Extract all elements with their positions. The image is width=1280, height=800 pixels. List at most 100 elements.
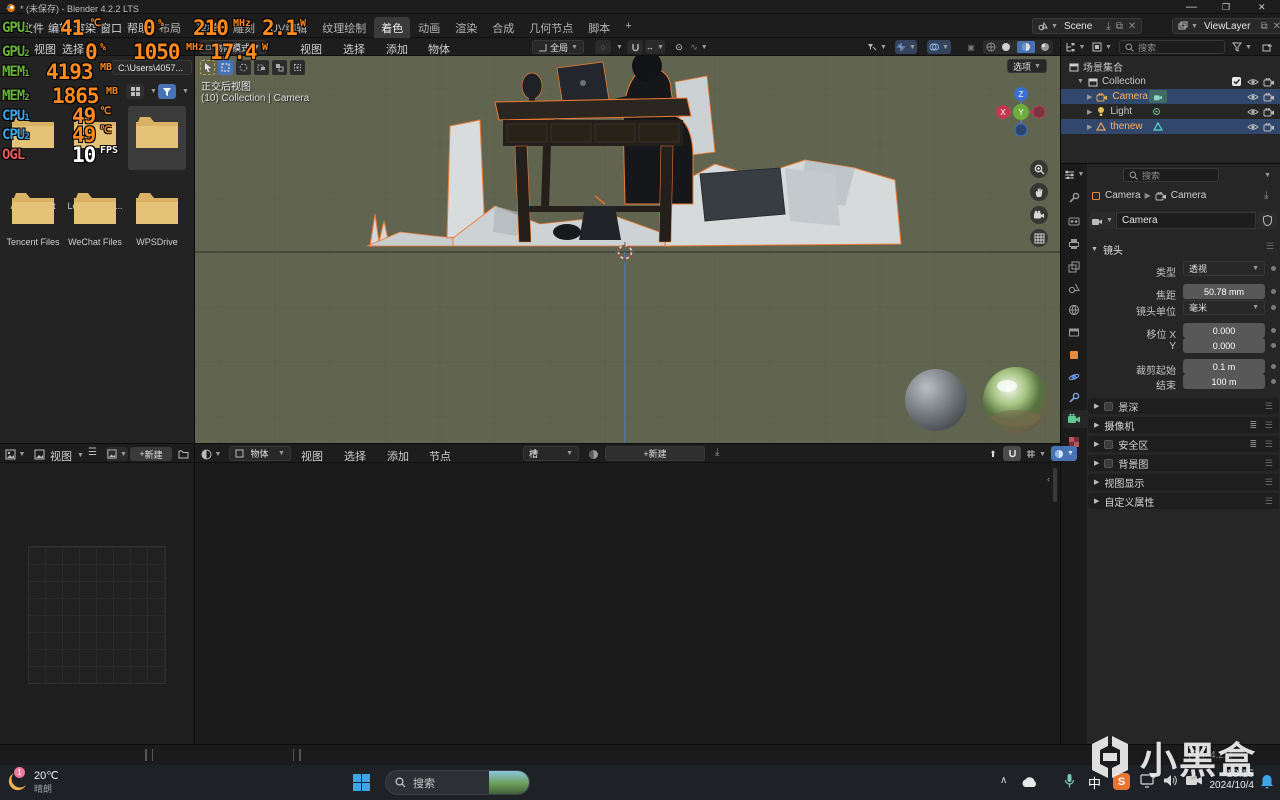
viewport-menu-object[interactable]: 物体 xyxy=(428,41,450,57)
viewlayer-selector[interactable]: ▼ ViewLayer ⧉ ✕ xyxy=(1172,18,1280,34)
animate-dot[interactable] xyxy=(1271,289,1276,294)
close-button[interactable]: ✕ xyxy=(1258,2,1266,13)
shading-rendered-icon[interactable] xyxy=(1040,42,1050,52)
xray-toggle-icon[interactable]: ▣ xyxy=(963,40,979,54)
notification-bell-icon[interactable] xyxy=(1260,774,1274,790)
tab-animation[interactable]: 动画 xyxy=(411,17,447,39)
shader-menu-select[interactable]: 选择 xyxy=(344,448,366,464)
tab-tool-icon[interactable] xyxy=(1067,191,1081,205)
snap-magnet-icon[interactable] xyxy=(627,40,643,54)
maximize-button[interactable]: ❒ xyxy=(1222,2,1230,13)
folder-label[interactable]: Tencent Files xyxy=(2,237,64,247)
close-icon[interactable]: ✕ xyxy=(1273,21,1280,32)
collapsed-menus-icon[interactable]: ☰ xyxy=(88,447,97,458)
panel-drag-icon[interactable]: ☰ xyxy=(1265,439,1273,450)
overlay-toggle-icon[interactable]: ▼ xyxy=(1025,447,1047,461)
snap-icon[interactable] xyxy=(1003,446,1021,461)
id-type-icon[interactable]: ▼ xyxy=(1089,212,1115,229)
eye-icon[interactable] xyxy=(1247,92,1259,102)
taskbar-search[interactable]: 搜索 xyxy=(385,770,530,795)
zoom-icon[interactable] xyxy=(1030,160,1048,178)
chevron-right-icon[interactable]: ▶ xyxy=(1087,93,1092,101)
panel-drag-icon[interactable]: ☰ xyxy=(1265,496,1273,507)
tab-texture-paint[interactable]: 纹理绘制 xyxy=(315,17,373,39)
section-custom-properties[interactable]: ▶ 自定义属性 ☰ xyxy=(1088,493,1279,509)
tab-rendering[interactable]: 渲染 xyxy=(448,17,484,39)
file-browser-menu-view[interactable]: 视图 xyxy=(34,41,56,57)
chevron-right-icon[interactable]: ▶ xyxy=(1087,108,1092,116)
navigation-gizmo[interactable]: Z X Y xyxy=(991,82,1051,142)
row-thenew[interactable]: ▶ thenew xyxy=(1061,119,1280,134)
file-browser-menu-select[interactable]: 选择 xyxy=(62,41,84,57)
row-light[interactable]: ▶ Light xyxy=(1061,104,1280,119)
chevron-down-icon[interactable]: ▼ xyxy=(150,88,157,95)
properties-search-input[interactable]: 搜索 xyxy=(1123,168,1219,182)
animate-dot[interactable] xyxy=(1271,364,1276,369)
cloud-icon[interactable] xyxy=(1020,775,1038,788)
row-scene-collection[interactable]: 场景集合 xyxy=(1061,59,1280,74)
editor-splitter[interactable] xyxy=(145,749,153,761)
shader-menu-node[interactable]: 节点 xyxy=(429,448,451,464)
monitor-icon[interactable] xyxy=(1140,774,1156,788)
shift-y-slider[interactable]: 0.000 xyxy=(1183,338,1265,353)
lens-type-dropdown[interactable]: 透视▼ xyxy=(1183,261,1265,276)
row-collection[interactable]: ▼ Collection xyxy=(1061,74,1280,89)
panel-drag-icon[interactable]: ☰ xyxy=(1266,241,1274,252)
menu-window[interactable]: 窗口 xyxy=(100,20,122,36)
breadcrumb-object[interactable]: Camera xyxy=(1105,190,1141,201)
animate-dot[interactable] xyxy=(1271,343,1276,348)
shading-wireframe-icon[interactable] xyxy=(986,42,996,52)
ime-indicator[interactable]: 中 xyxy=(1088,773,1101,792)
filter-funnel-icon[interactable]: ▼ xyxy=(1231,40,1253,54)
tab-scene-icon[interactable] xyxy=(1067,281,1081,295)
falloff-icon[interactable]: ∿▼ xyxy=(689,40,709,54)
mesh-data-icon[interactable] xyxy=(1153,122,1163,132)
editor-type-icon[interactable]: ▼ xyxy=(1063,167,1085,182)
camera-restrict-icon[interactable] xyxy=(1263,77,1275,87)
viewport-3d[interactable]: 物体模式 ▼ 视图 选择 添加 物体 全局 ▼ ◌ ▼ ↔▼ ⊙ ∿▼ ▼ xyxy=(195,38,1060,443)
options-button[interactable]: 选项▼ xyxy=(1007,59,1047,73)
render-pass-icon[interactable]: ▼ xyxy=(1051,446,1077,461)
shader-menu-view[interactable]: 视图 xyxy=(301,448,323,464)
chevron-right-icon[interactable]: ▶ xyxy=(1087,123,1092,131)
tab-world-icon[interactable] xyxy=(1067,303,1081,317)
chevron-down-icon[interactable]: ▼ xyxy=(182,88,189,95)
eye-icon[interactable] xyxy=(1247,77,1259,87)
new-image-button[interactable]: + 新建 xyxy=(130,447,172,461)
checkbox-icon[interactable] xyxy=(1104,440,1113,449)
panel-drag-icon[interactable]: ☰ xyxy=(1265,420,1273,431)
animate-dot[interactable] xyxy=(1271,328,1276,333)
copy-icon[interactable]: ⧉ xyxy=(1260,21,1267,32)
parent-node-icon[interactable]: ⬆ xyxy=(985,447,1001,461)
measure-tool-icon[interactable] xyxy=(290,60,305,75)
tab-object-data-active[interactable] xyxy=(1063,410,1087,428)
tab-constraints-icon[interactable] xyxy=(1067,391,1081,405)
checkbox-icon[interactable] xyxy=(1231,76,1242,87)
image-editor-menu-view[interactable]: 视图 xyxy=(50,448,72,464)
snap-settings-icon[interactable]: ↔▼ xyxy=(645,40,665,54)
animate-dot[interactable] xyxy=(1271,379,1276,384)
close-icon[interactable]: ✕ xyxy=(1128,21,1136,32)
clip-end-slider[interactable]: 100 m xyxy=(1183,374,1265,389)
breadcrumb-data[interactable]: Camera xyxy=(1171,190,1207,201)
clip-start-slider[interactable]: 0.1 m xyxy=(1183,359,1265,374)
pin-icon[interactable]: ⤓ xyxy=(715,447,719,458)
panel-drag-icon[interactable]: ☰ xyxy=(1265,477,1273,488)
browse-image-icon[interactable]: ▼ xyxy=(106,447,128,461)
light-data-icon[interactable] xyxy=(1151,106,1162,117)
speaker-icon[interactable] xyxy=(1163,774,1178,787)
camera-data-icon[interactable] xyxy=(1149,90,1167,103)
sogou-icon[interactable]: S xyxy=(1113,773,1130,790)
editor-type-icon[interactable]: ▼ xyxy=(3,447,27,461)
display-mode-icon[interactable] xyxy=(126,84,144,99)
camera-restrict-icon[interactable] xyxy=(1263,122,1275,132)
camera-view-icon[interactable] xyxy=(1030,206,1048,224)
folder-label[interactable]: WPSDrive xyxy=(126,237,188,247)
weather-widget[interactable]: 1 20℃ 晴朗 xyxy=(6,769,59,795)
eye-icon[interactable] xyxy=(1247,122,1259,132)
animate-dot[interactable] xyxy=(1271,305,1276,310)
filter-funnel-icon[interactable] xyxy=(158,84,176,99)
tab-viewlayer-icon[interactable] xyxy=(1067,260,1081,274)
editor-type-icon[interactable]: ▼ xyxy=(199,447,223,461)
checkbox-icon[interactable] xyxy=(1104,459,1113,468)
